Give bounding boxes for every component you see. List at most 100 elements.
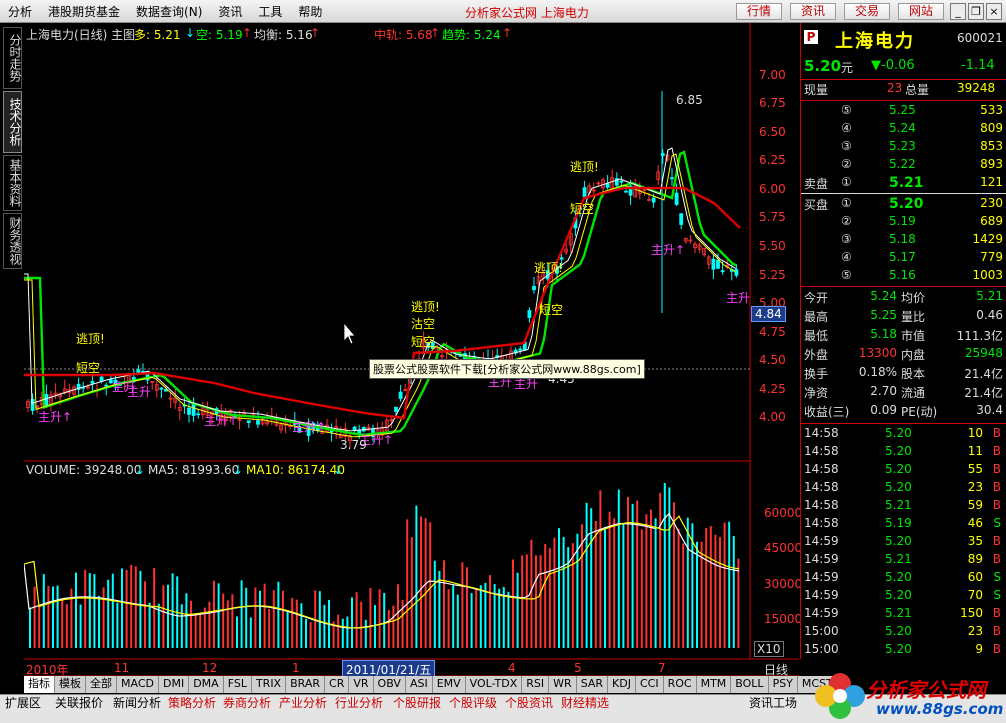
volume-tick: 30000: [764, 577, 803, 591]
signal-main-rise: 主升↑: [651, 243, 686, 257]
signal-main-rise: 主升: [726, 291, 751, 305]
tab-intraday[interactable]: 分时走势: [3, 27, 22, 89]
stat-label: 今开: [804, 291, 829, 305]
tab-finance[interactable]: 财务透视: [3, 213, 22, 269]
indicator-tab[interactable]: TRIX: [251, 676, 287, 693]
close-icon[interactable]: ×: [986, 3, 1002, 20]
bottom-industry-chain[interactable]: 产业分析: [276, 696, 330, 710]
bottom-extension[interactable]: 扩展区: [2, 696, 44, 710]
junheng-arrow-icon: ↑: [310, 26, 321, 40]
volume-tick: 15000: [764, 612, 803, 626]
tick-volume: 23: [967, 624, 983, 638]
tick-volume: 23: [967, 480, 983, 494]
stat-value: 21.4亿: [964, 367, 1003, 381]
qushi-arrow-icon: ↑: [502, 26, 513, 40]
menu-item-analysis[interactable]: 分析: [0, 3, 40, 20]
ask-volume: 121: [980, 175, 1003, 189]
indicator-tab-strip: 指标 模板 全部 MACD DMI DMA FSL TRIX BRAR CR VR OBV ASI EMV…: [24, 676, 838, 693]
indicator-tab[interactable]: WR: [549, 676, 577, 693]
time-tick: 4: [508, 661, 516, 675]
tick-side: B: [992, 498, 1001, 512]
bid-level: ⑤: [841, 268, 852, 282]
indicator-tab[interactable]: 全部: [86, 676, 117, 693]
restore-icon[interactable]: ❐: [968, 3, 984, 20]
menu-item-data-query[interactable]: 数据查询(N): [128, 3, 210, 20]
tick-row: 14:58 5.20 11 B: [801, 444, 1006, 462]
stock-name: 上海电力: [835, 31, 915, 52]
bottom-news-analysis[interactable]: 新闻分析: [110, 696, 164, 710]
kline-chart[interactable]: 上海电力(日线) 主图 多: 5.21 ↓ 空: 5.19 ↑ 均衡: 5.16…: [24, 23, 803, 691]
signal-main-rise: 主升: [127, 385, 152, 399]
trade-button[interactable]: 交易: [844, 3, 890, 20]
tab-technical[interactable]: 技术分析: [3, 91, 22, 153]
indicator-tab[interactable]: KDJ: [608, 676, 636, 693]
quote-button[interactable]: 行情: [736, 3, 782, 20]
tab-fundamentals[interactable]: 基本资料: [3, 155, 22, 211]
stat-row: 今开 5.24 均价 5.21: [801, 289, 1006, 307]
stat-row: 最低 5.18 市值 111.3亿: [801, 327, 1006, 345]
indicator-tab[interactable]: CCI: [635, 676, 664, 693]
bid-row: ⑤ 5.16 1003: [801, 268, 1006, 286]
tick-price: 5.21: [885, 498, 912, 512]
bottom-sector[interactable]: 行业分析: [332, 696, 386, 710]
minimize-icon[interactable]: _: [950, 3, 966, 20]
indicator-tab[interactable]: DMI: [158, 676, 190, 693]
indicator-tab[interactable]: 模板: [55, 676, 86, 693]
menu-item-hk-futures[interactable]: 港股期货基金: [40, 3, 128, 20]
stat-row: 最高 5.25 量比 0.46: [801, 308, 1006, 326]
indicator-tab[interactable]: VOL-TDX: [465, 676, 523, 693]
current-price-tag: 4.84: [751, 306, 786, 322]
signal-escape-top: 逃顶!: [534, 261, 563, 275]
bottom-finance-picks[interactable]: 财经精选: [558, 696, 612, 710]
indicator-tab[interactable]: RSI: [522, 676, 550, 693]
tick-row: 14:58 5.20 23 B: [801, 480, 1006, 498]
bottom-strategy[interactable]: 策略分析: [165, 696, 219, 710]
tick-volume: 70: [967, 588, 983, 602]
indicator-tab[interactable]: BOLL: [731, 676, 769, 693]
ask-row: ② 5.22 893: [801, 157, 1006, 175]
tick-price: 5.20: [885, 480, 912, 494]
bottom-related-quote[interactable]: 关联报价: [52, 696, 106, 710]
price-tick: 4.00: [759, 410, 786, 424]
indicator-tab[interactable]: VR: [349, 676, 374, 693]
indicator-tab[interactable]: PSY: [768, 676, 798, 693]
menu-item-help[interactable]: 帮助: [290, 3, 330, 20]
volume-tick: 45000: [764, 541, 803, 555]
ma5-arrow-icon: ↓: [233, 463, 244, 477]
indicator-tab[interactable]: SAR: [576, 676, 609, 693]
indicator-tab[interactable]: DMA: [189, 676, 224, 693]
stock-code: 600021: [957, 31, 1003, 45]
bid-price: 5.18: [889, 232, 916, 246]
indicator-tab[interactable]: ASI: [405, 676, 433, 693]
indicator-tab[interactable]: MACD: [117, 676, 159, 693]
indicator-tab[interactable]: OBV: [373, 676, 406, 693]
indicator-tab[interactable]: CR: [325, 676, 350, 693]
bottom-news-workshop[interactable]: 资讯工场: [746, 696, 800, 710]
bottom-broker[interactable]: 券商分析: [220, 696, 274, 710]
ma5-value: MA5: 81993.60: [148, 463, 240, 477]
ask-price: 5.21: [889, 175, 924, 191]
indicator-tab[interactable]: EMV: [432, 676, 466, 693]
indicator-tab[interactable]: ROC: [663, 676, 697, 693]
price-change: ▼-0.06: [871, 58, 915, 73]
logo-text: 分析家公式网: [866, 678, 986, 702]
indicator-tab[interactable]: MTM: [696, 676, 732, 693]
indicator-tab[interactable]: BRAR: [286, 676, 326, 693]
tick-price: 5.19: [885, 516, 912, 530]
tick-side: B: [992, 606, 1001, 620]
bottom-stock-news[interactable]: 个股资讯: [502, 696, 556, 710]
stat-value: 13300: [858, 346, 897, 360]
tick-time: 14:59: [804, 552, 839, 566]
indicator-tab[interactable]: 指标: [24, 676, 55, 693]
website-button[interactable]: 网站: [898, 3, 944, 20]
bottom-research[interactable]: 个股研报: [390, 696, 444, 710]
bid-row: ② 5.19 689: [801, 214, 1006, 232]
news-button[interactable]: 资讯: [790, 3, 836, 20]
indicator-tab[interactable]: FSL: [223, 676, 252, 693]
signal-sell-empty: 沽空: [411, 317, 436, 331]
menu-item-news[interactable]: 资讯: [210, 3, 250, 20]
duo-arrow-icon: ↓: [185, 26, 196, 40]
bottom-rating[interactable]: 个股评级: [446, 696, 500, 710]
menu-item-tools[interactable]: 工具: [250, 3, 290, 20]
price-tick: 4.50: [759, 353, 786, 367]
